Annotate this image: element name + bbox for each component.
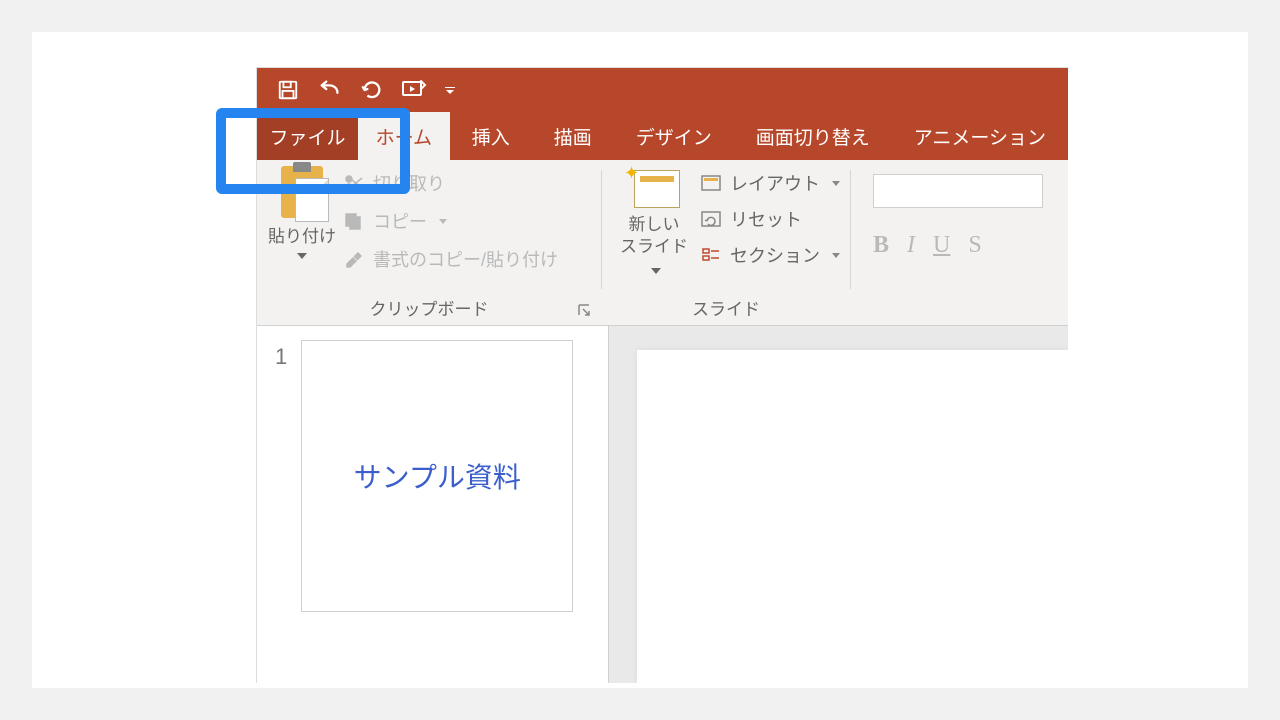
- reset-button[interactable]: リセット: [700, 206, 840, 232]
- slide-thumbnail-pane: 1 サンプル資料: [257, 326, 609, 683]
- copy-icon: [343, 211, 365, 231]
- new-slide-button[interactable]: ✦ 新しい スライド: [612, 166, 696, 280]
- chevron-down-icon: [297, 253, 307, 259]
- section-label: セクション: [730, 242, 820, 268]
- shadow-button[interactable]: S: [968, 232, 981, 259]
- undo-icon[interactable]: [317, 77, 343, 103]
- underline-button[interactable]: U: [933, 232, 950, 259]
- slide-canvas[interactable]: [637, 350, 1068, 683]
- font-name-select[interactable]: [873, 174, 1043, 208]
- cut-label: 切り取り: [373, 170, 445, 196]
- save-icon[interactable]: [275, 77, 301, 103]
- chevron-down-icon: [832, 181, 840, 186]
- ribbon-tabs: ファイル ホーム 挿入 描画 デザイン 画面切り替え アニメーション: [257, 112, 1068, 160]
- bold-button[interactable]: B: [873, 232, 889, 259]
- italic-button[interactable]: I: [907, 232, 915, 259]
- new-slide-icon: ✦: [628, 166, 680, 210]
- reset-icon: [700, 210, 722, 228]
- group-label-slides: スライド: [612, 295, 840, 320]
- slide-number: 1: [275, 340, 287, 669]
- format-painter-button[interactable]: 書式のコピー/貼り付け: [343, 246, 558, 272]
- work-area: 1 サンプル資料: [257, 326, 1068, 683]
- paintbrush-icon: [343, 249, 365, 269]
- qat-customize-icon[interactable]: [443, 77, 457, 103]
- redo-icon[interactable]: [359, 77, 385, 103]
- scissors-icon: [343, 173, 365, 193]
- tab-insert[interactable]: 挿入: [450, 112, 532, 160]
- chevron-down-icon: [832, 253, 840, 258]
- group-font: B I U S: [851, 160, 1068, 325]
- chevron-down-icon: [651, 268, 661, 274]
- section-button[interactable]: セクション: [700, 242, 840, 268]
- dialog-launcher-icon[interactable]: [577, 303, 591, 317]
- new-slide-label-1: 新しい: [629, 215, 680, 234]
- reset-label: リセット: [730, 206, 802, 232]
- slide-thumbnail[interactable]: サンプル資料: [301, 340, 573, 612]
- tab-draw[interactable]: 描画: [532, 112, 614, 160]
- layout-icon: [700, 174, 722, 192]
- tab-transitions[interactable]: 画面切り替え: [734, 112, 892, 160]
- quick-access-toolbar: [257, 68, 1068, 112]
- tab-file[interactable]: ファイル: [257, 112, 358, 160]
- layout-label: レイアウト: [730, 170, 820, 196]
- paste-label: 貼り付け: [268, 222, 336, 247]
- powerpoint-window: ファイル ホーム 挿入 描画 デザイン 画面切り替え アニメーション 貼り付け: [256, 67, 1068, 683]
- group-label-clipboard: クリップボード: [267, 295, 591, 320]
- slideshow-from-start-icon[interactable]: [401, 77, 427, 103]
- card-frame: ファイル ホーム 挿入 描画 デザイン 画面切り替え アニメーション 貼り付け: [32, 32, 1248, 688]
- ribbon: 貼り付け 切り取り: [257, 160, 1068, 326]
- cut-button[interactable]: 切り取り: [343, 170, 558, 196]
- copy-button[interactable]: コピー: [343, 208, 558, 234]
- group-slides: ✦ 新しい スライド: [602, 160, 850, 325]
- tab-home[interactable]: ホーム: [358, 112, 450, 160]
- slide-editor-pane: [609, 326, 1068, 683]
- format-painter-label: 書式のコピー/貼り付け: [373, 246, 558, 272]
- tab-animations[interactable]: アニメーション: [892, 112, 1068, 160]
- group-clipboard: 貼り付け 切り取り: [257, 160, 601, 325]
- tab-design[interactable]: デザイン: [614, 112, 734, 160]
- paste-icon: [281, 166, 323, 218]
- section-icon: [700, 246, 722, 264]
- copy-label: コピー: [373, 208, 427, 234]
- new-slide-label-2: スライド: [620, 237, 688, 256]
- layout-button[interactable]: レイアウト: [700, 170, 840, 196]
- paste-button[interactable]: 貼り付け: [267, 166, 337, 259]
- chevron-down-icon: [439, 219, 447, 224]
- slide-title-text: サンプル資料: [354, 456, 521, 496]
